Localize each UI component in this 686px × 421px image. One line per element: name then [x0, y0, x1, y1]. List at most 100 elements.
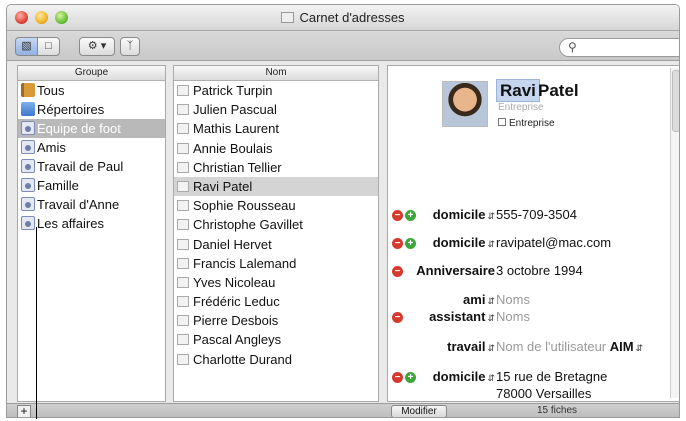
im-field-row: travail ⇵ Nom de l'utilisateur AIM ⇵: [388, 339, 679, 359]
names-column: Nom Patrick Turpin Julien Pascual Mathis…: [173, 65, 379, 402]
group-icon: [21, 178, 35, 192]
group-item-les-affaires[interactable]: Les affaires: [18, 214, 165, 233]
add-field-button[interactable]: +: [405, 238, 416, 249]
names-column-header[interactable]: Nom: [174, 66, 378, 81]
group-item-equipe-de-foot[interactable]: Equipe de foot: [18, 119, 165, 138]
card-icon: [177, 85, 189, 96]
card-count: 15 fiches: [536, 405, 578, 416]
name-item[interactable]: Francis Lalemand: [174, 254, 378, 273]
chevron-updown-icon: ⇵: [487, 343, 495, 353]
name-item[interactable]: Patrick Turpin: [174, 81, 378, 100]
address-line2[interactable]: 78000 Versailles: [496, 386, 591, 401]
group-item-famille[interactable]: Famille: [18, 176, 165, 195]
view-columns-button[interactable]: ▧: [15, 37, 38, 56]
company-field[interactable]: Entreprise: [498, 102, 544, 113]
add-group-button[interactable]: +: [17, 405, 31, 417]
name-item[interactable]: Julien Pascual: [174, 100, 378, 119]
im-username[interactable]: Nom de l'utilisateur: [496, 339, 606, 354]
name-label: Ravi Patel: [193, 178, 253, 194]
chevron-updown-icon: ⇵: [487, 313, 495, 323]
name-item[interactable]: Christophe Gavillet: [174, 215, 378, 234]
card-icon: [177, 161, 189, 173]
name-item[interactable]: Daniel Hervet: [174, 235, 378, 254]
remove-field-button[interactable]: −: [392, 210, 403, 221]
name-label: Patrick Turpin: [193, 83, 273, 98]
name-item[interactable]: Sophie Rousseau: [174, 196, 378, 215]
email-label[interactable]: domicile ⇵: [433, 235, 495, 250]
group-item-tous[interactable]: Tous: [18, 81, 165, 100]
im-label[interactable]: travail ⇵: [447, 339, 495, 354]
address-field-row: − + domicile ⇵ 15 rue de Bretagne 78000 V…: [388, 369, 679, 403]
name-item[interactable]: Annie Boulais: [174, 139, 378, 158]
edit-button[interactable]: Modifier: [391, 405, 447, 417]
search-field[interactable]: ⚲: [559, 38, 679, 57]
title-bar[interactable]: Carnet d'adresses: [7, 5, 679, 31]
name-item[interactable]: Christian Tellier: [174, 158, 378, 177]
window-title: Carnet d'adresses: [7, 10, 679, 25]
email-value[interactable]: ravipatel@mac.com: [496, 235, 611, 250]
remove-field-button[interactable]: −: [392, 238, 403, 249]
name-item[interactable]: Pascal Angleys: [174, 330, 378, 349]
remove-field-button[interactable]: −: [392, 372, 403, 383]
chevron-updown-icon: ⇵: [487, 296, 495, 306]
group-icon: [21, 197, 35, 211]
name-label: Yves Nicoleau: [193, 274, 276, 290]
remove-field-button[interactable]: −: [392, 266, 403, 277]
directory-icon: [21, 102, 35, 116]
assistant-label[interactable]: assistant ⇵: [429, 309, 495, 324]
phone-field-row: − + domicile ⇵ 555-709-3504: [388, 207, 679, 227]
add-field-button[interactable]: +: [405, 210, 416, 221]
friend-label[interactable]: ami ⇵: [463, 292, 495, 307]
columns-view-icon: ▧: [21, 40, 32, 52]
name-label: Christian Tellier: [193, 159, 282, 175]
birthday-field-row: − Anniversaire 3 octobre 1994: [388, 263, 679, 283]
group-icon: [21, 159, 35, 173]
group-item-repertoires[interactable]: Répertoires: [18, 100, 165, 119]
contact-photo[interactable]: [442, 81, 488, 127]
name-item-selected[interactable]: Ravi Patel: [174, 176, 378, 197]
book-icon: [21, 83, 35, 97]
address-book-window: Carnet d'adresses ▧ □ ⚙ ▾ ᛉ ⚲ Groupe Tou…: [6, 4, 680, 418]
chevron-updown-icon: ⇵: [487, 211, 495, 221]
group-label: Répertoires: [37, 102, 105, 117]
names-list: Patrick Turpin Julien Pascual Mathis Lau…: [174, 81, 378, 369]
chevron-updown-icon: ⇵: [635, 343, 644, 353]
card-scrollbar[interactable]: [670, 68, 679, 398]
groups-column-header[interactable]: Groupe: [18, 66, 165, 81]
group-icon: [21, 121, 35, 135]
view-card-button[interactable]: □: [37, 37, 60, 56]
phone-value[interactable]: 555-709-3504: [496, 207, 577, 222]
add-field-button[interactable]: +: [405, 372, 416, 383]
name-item[interactable]: Pierre Desbois: [174, 311, 378, 330]
name-item[interactable]: Yves Nicoleau: [174, 273, 378, 292]
company-checkbox[interactable]: Entreprise: [498, 118, 555, 129]
name-label: Charlotte Durand: [193, 351, 292, 367]
name-item[interactable]: Charlotte Durand: [174, 350, 378, 369]
callout-line: [36, 227, 37, 419]
remove-field-button[interactable]: −: [392, 312, 403, 323]
first-name-field[interactable]: Ravi: [496, 79, 540, 102]
groups-list: Tous Répertoires Equipe de foot Amis Tra…: [18, 81, 165, 233]
email-field-row: − + domicile ⇵ ravipatel@mac.com: [388, 235, 679, 255]
group-item-travail-de-paul[interactable]: Travail de Paul: [18, 157, 165, 176]
action-menu-button[interactable]: ⚙ ▾: [79, 37, 115, 56]
friend-value[interactable]: Noms: [496, 292, 530, 307]
address-line1[interactable]: 15 rue de Bretagne: [496, 369, 607, 384]
bluetooth-button[interactable]: ᛉ: [120, 37, 140, 56]
im-service[interactable]: AIM ⇵: [610, 339, 643, 354]
phone-label[interactable]: domicile ⇵: [433, 207, 495, 222]
name-label: Daniel Hervet: [193, 236, 272, 252]
group-item-travail-d-anne[interactable]: Travail d'Anne: [18, 195, 165, 214]
last-name-field[interactable]: Patel: [538, 80, 579, 101]
name-item[interactable]: Frédéric Leduc: [174, 292, 378, 311]
card-icon: [177, 315, 189, 327]
address-label[interactable]: domicile ⇵: [433, 369, 495, 384]
card-icon: [177, 200, 189, 212]
name-item[interactable]: Mathis Laurent: [174, 119, 378, 138]
birthday-value[interactable]: 3 octobre 1994: [496, 263, 583, 278]
checkbox-icon: [498, 118, 506, 126]
group-item-amis[interactable]: Amis: [18, 138, 165, 157]
company-checkbox-label: Entreprise: [509, 118, 555, 129]
group-label: Travail de Paul: [37, 159, 124, 174]
assistant-value[interactable]: Noms: [496, 309, 530, 324]
